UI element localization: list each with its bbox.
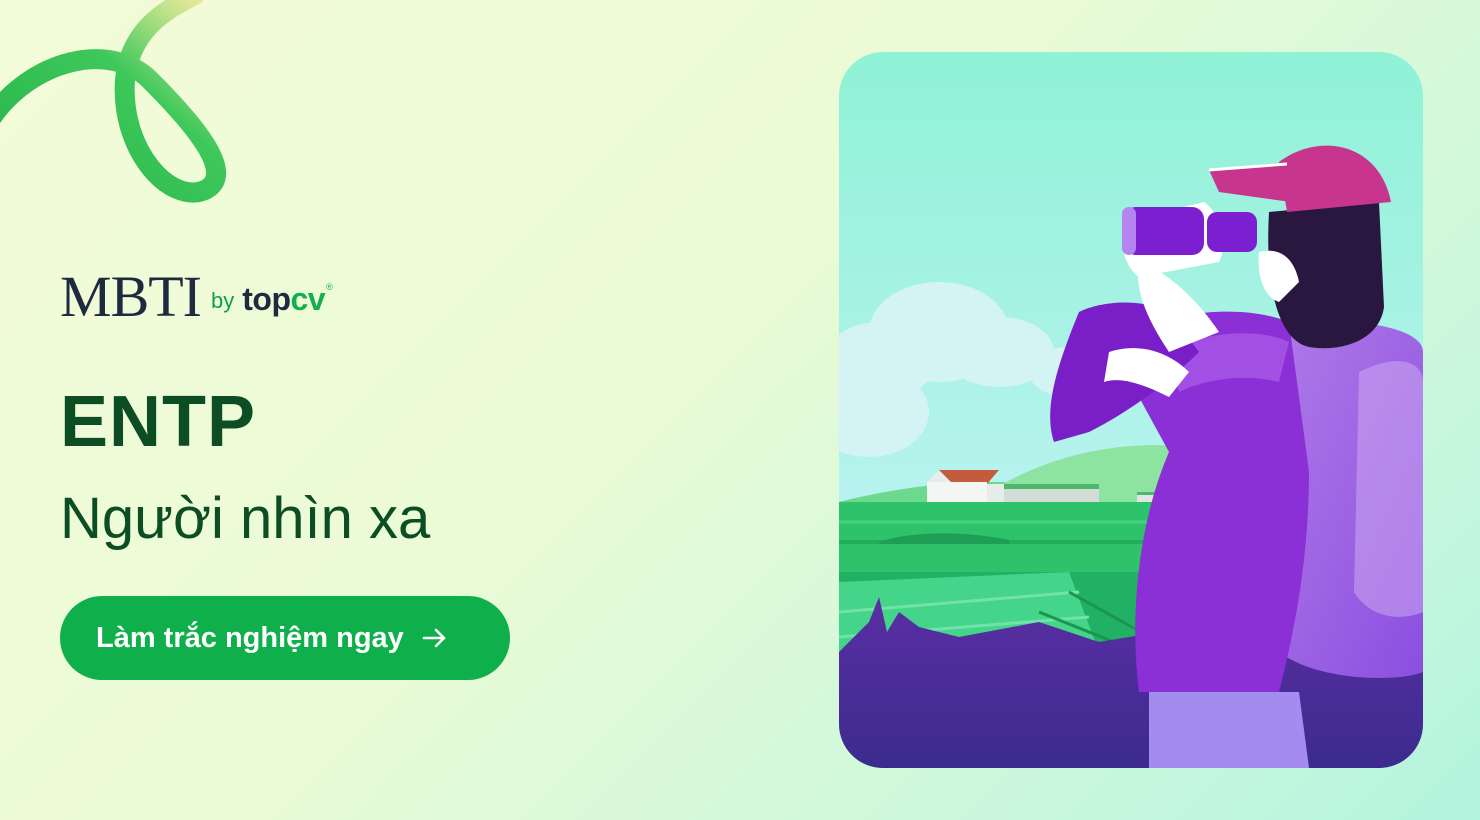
registered-mark: ® — [326, 282, 333, 292]
decorative-swirl — [0, 0, 226, 203]
personality-type-code: ENTP — [60, 382, 257, 462]
person-with-binoculars-illustration — [839, 52, 1423, 768]
take-test-button-label: Làm trắc nghiệm ngay — [96, 621, 404, 654]
personality-type-name: Người nhìn xa — [60, 486, 431, 551]
arrow-right-icon — [422, 628, 446, 648]
brand-by-text: by — [211, 288, 235, 313]
illustration-card — [839, 52, 1423, 768]
brand-cv-wordmark: cv — [290, 280, 326, 317]
brand-logo: MBTI by top cv ® — [60, 268, 333, 326]
brand-top-wordmark: top — [242, 280, 291, 317]
take-test-button[interactable]: Làm trắc nghiệm ngay — [60, 596, 510, 680]
brand-mbti-wordmark: MBTI — [60, 264, 202, 329]
